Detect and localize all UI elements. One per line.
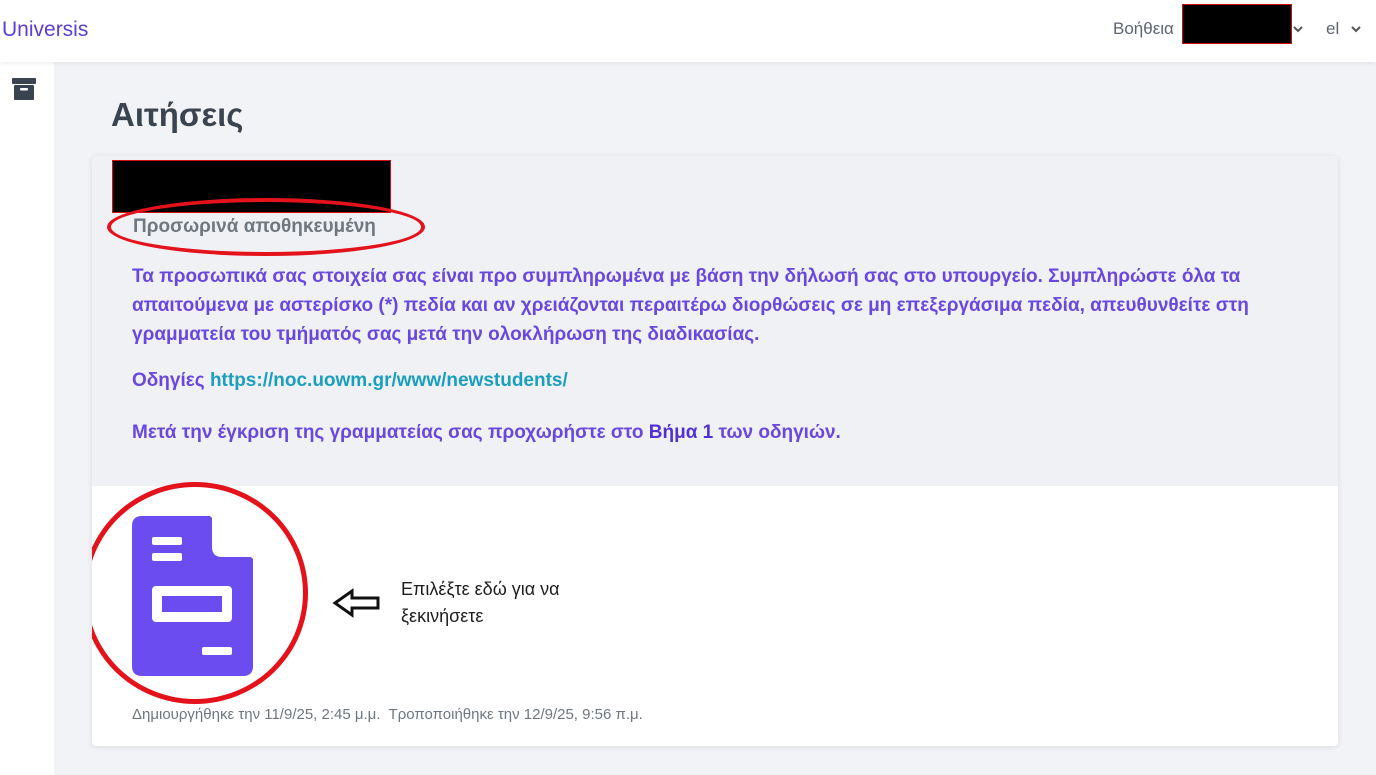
- sidebar: [0, 62, 54, 775]
- application-card: Προσωρινά αποθηκευμένη Τα προσωπικά σας …: [92, 156, 1338, 746]
- application-timestamps: Δημιουργήθηκε την 11/9/25, 2:45 μ.μ. Τρο…: [132, 706, 643, 723]
- help-link[interactable]: Βοήθεια: [1113, 19, 1174, 39]
- user-menu-redacted[interactable]: [1182, 4, 1292, 44]
- chevron-down-icon[interactable]: [1350, 23, 1362, 35]
- application-description: Τα προσωπικά σας στοιχεία σας είναι προ …: [132, 266, 1249, 345]
- instructions-link[interactable]: https://noc.uowm.gr/www/newstudents/: [210, 370, 568, 391]
- arrow-left-icon: [332, 588, 380, 618]
- instructions-label: Οδηγίες: [132, 370, 205, 391]
- top-navbar: Universis Βοήθεια el: [0, 0, 1376, 62]
- document-icon[interactable]: [132, 516, 253, 676]
- start-hint: Επιλέξτε εδώ για να ξεκινήσετε: [401, 579, 560, 626]
- status-highlight-ring: [107, 198, 425, 256]
- next-step-suffix: των οδηγιών.: [713, 422, 841, 443]
- archive-icon[interactable]: [12, 78, 36, 100]
- next-step-prefix: Μετά την έγκριση της γραμματείας σας προ…: [132, 422, 649, 443]
- application-card-header: Προσωρινά αποθηκευμένη Τα προσωπικά σας …: [92, 156, 1338, 486]
- page-title: Αιτήσεις: [111, 96, 244, 133]
- next-step-line: Μετά την έγκριση της γραμματείας σας προ…: [132, 422, 841, 444]
- chevron-down-icon[interactable]: [1292, 23, 1304, 35]
- next-step-strong: Βήμα 1: [648, 422, 714, 443]
- instructions-line: Οδηγίες https://noc.uowm.gr/www/newstude…: [132, 370, 568, 392]
- language-selector[interactable]: el: [1326, 19, 1339, 39]
- brand-logo[interactable]: Universis: [2, 18, 88, 42]
